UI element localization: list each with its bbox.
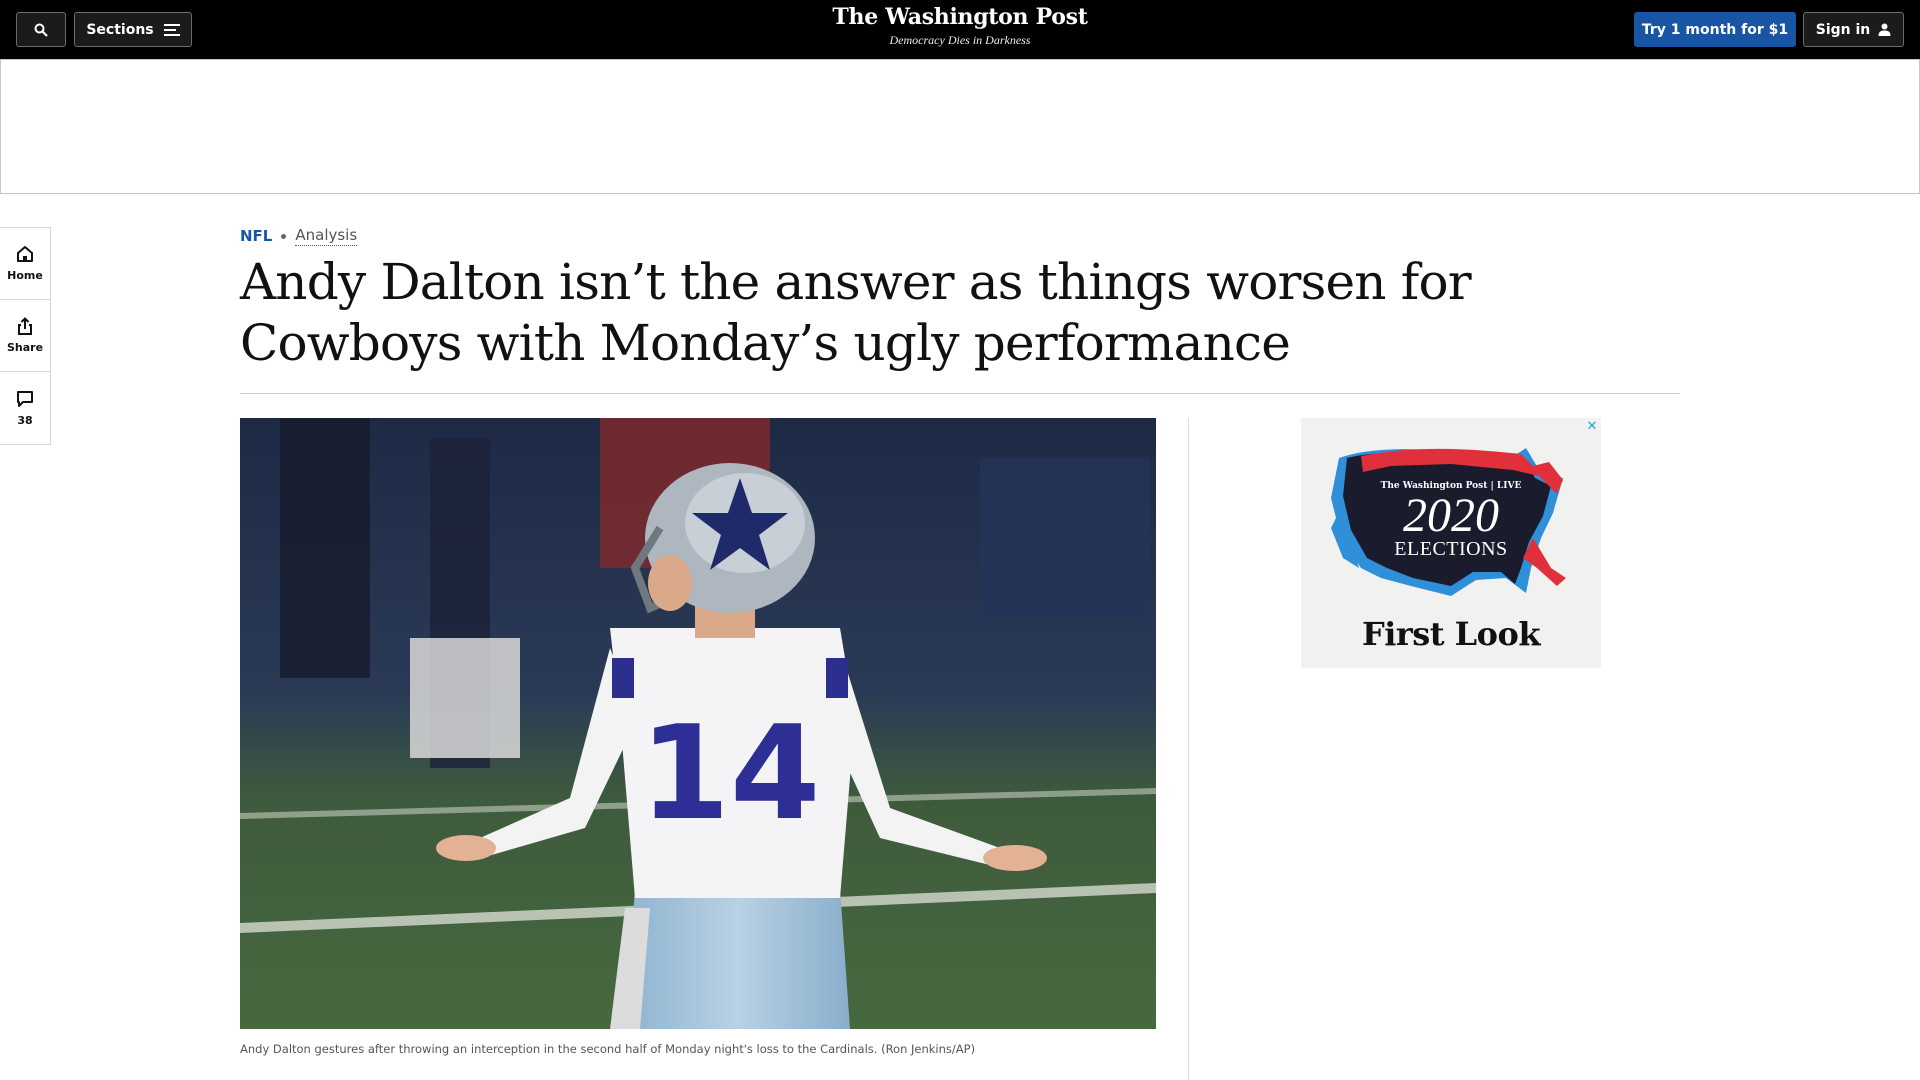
rail-home-label: Home [7,269,43,282]
ad-year-text: 2020 [1403,489,1499,542]
kicker-label[interactable]: Analysis [295,226,358,246]
column-divider [1188,418,1189,1080]
sign-in-label: Sign in [1815,21,1871,38]
ad-first-look-text: First Look [1361,615,1541,653]
site-tagline: Democracy Dies in Darkness [889,33,1031,47]
comment-icon [17,390,33,407]
jersey-number: 14 [640,697,821,849]
user-icon [1878,23,1891,36]
rail-comments-button[interactable]: 38 [0,372,50,444]
site-logo[interactable]: The Washington Post [760,4,1160,30]
top-navigation: Sections The Washington Post Democracy D… [0,0,1920,59]
article-headline: Andy Dalton isn’t the answer as things w… [240,253,1472,372]
comments-count: 38 [17,413,33,427]
subscribe-button[interactable]: Try 1 month for $1 [1634,12,1796,47]
sections-label: Sections [86,21,154,38]
masthead[interactable]: The Washington Post Democracy Dies in Da… [760,4,1160,48]
headline-divider [240,393,1680,394]
ad-close-button[interactable]: ✕ [1583,418,1601,436]
sign-in-button[interactable]: Sign in [1803,12,1904,47]
kicker-separator [281,233,287,239]
photo-caption: Andy Dalton gestures after throwing an i… [240,1042,976,1056]
menu-icon [163,23,180,36]
home-icon [17,246,33,262]
search-button[interactable] [16,12,66,47]
rail-home-button[interactable]: Home [0,228,50,300]
sidebar-ad[interactable]: The Washington Post | LIVE 2020 ELECTION… [1301,418,1601,668]
kicker-section-link[interactable]: NFL [240,227,272,245]
rail-share-button[interactable]: Share [0,300,50,372]
rail-share-label: Share [6,341,44,354]
sections-button[interactable]: Sections [74,12,192,47]
ad-banner-slot [0,59,1920,194]
lead-photo[interactable]: 14 [240,418,1156,1029]
article-kicker: NFL Analysis [240,226,358,246]
lead-photo-graphic: 14 [240,418,1156,1029]
share-icon [18,317,32,335]
search-icon [34,23,48,37]
ad-elections-text: ELECTIONS [1394,538,1508,560]
article-rail: Home Share 38 [0,227,51,445]
